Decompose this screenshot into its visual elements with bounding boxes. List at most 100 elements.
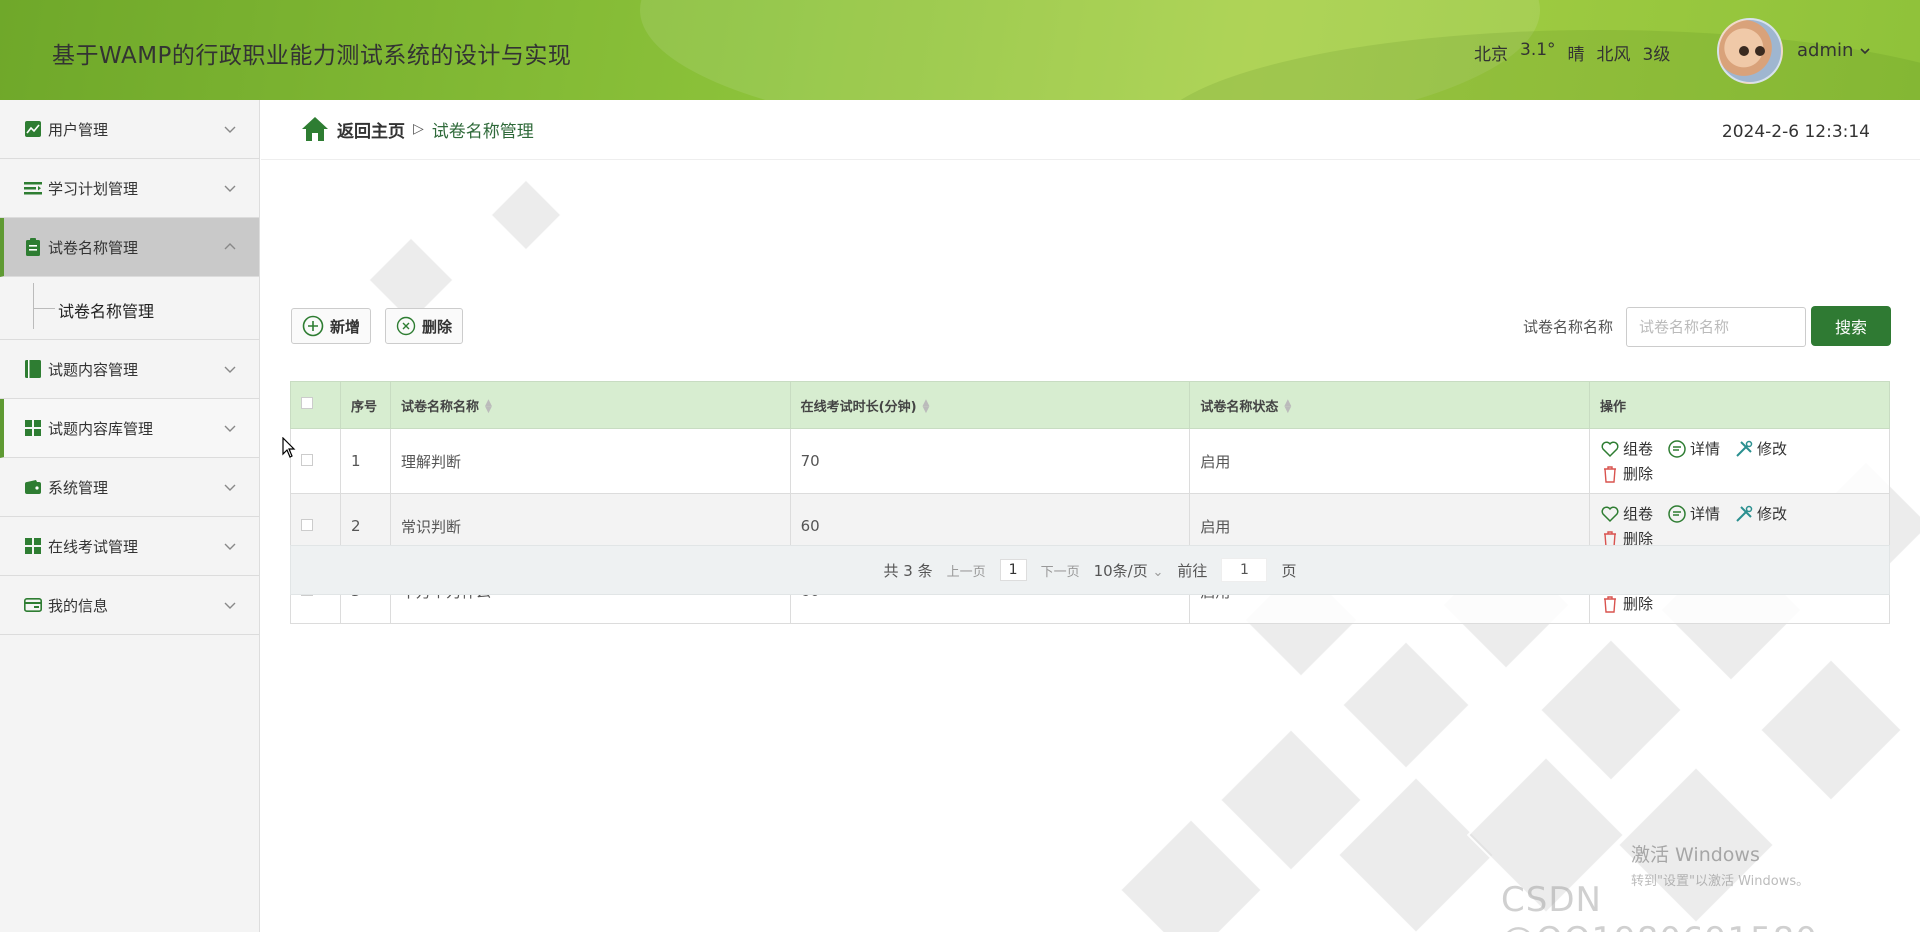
- sidebar-item-question-content[interactable]: 试题内容管理: [0, 340, 259, 399]
- wallet-icon: [24, 478, 42, 496]
- chevron-down-icon: [224, 425, 236, 432]
- detail-label: 详情: [1690, 505, 1721, 523]
- submenu-exam-paper-name[interactable]: 试卷名称管理: [0, 277, 259, 340]
- column-header-name[interactable]: 试卷名称名称 ▲ ▼: [389, 381, 791, 429]
- trash-icon: [1604, 595, 1616, 613]
- row-checkbox[interactable]: [301, 519, 313, 531]
- goto-label: 前往: [1177, 561, 1208, 580]
- row-select-cell: [290, 428, 341, 494]
- select-all-checkbox[interactable]: [301, 397, 313, 409]
- compose-label: 组卷: [1623, 440, 1654, 458]
- edit-button[interactable]: 修改: [1734, 503, 1787, 524]
- table-row: 1 理解判断 70 启用 组卷 详情 修改 删除: [290, 428, 1890, 494]
- add-button[interactable]: 新增: [291, 308, 372, 344]
- delete-button[interactable]: 删除: [385, 308, 464, 344]
- row-checkbox[interactable]: [301, 454, 313, 466]
- chevron-down-icon: [1860, 47, 1870, 54]
- heart-icon: [1601, 441, 1619, 457]
- breadcrumb-home-link[interactable]: 返回主页: [337, 117, 405, 142]
- sidebar-item-system-management[interactable]: 系统管理: [0, 458, 259, 517]
- grid-icon: [24, 537, 42, 555]
- breadcrumb-bar: 返回主页 ▷ 试卷名称管理 2024-2-6 12:3:14: [261, 100, 1920, 160]
- detail-icon: [1668, 504, 1686, 523]
- breadcrumb-separator: ▷: [413, 121, 424, 137]
- home-icon[interactable]: [301, 116, 329, 142]
- delete-button-label: 删除: [422, 317, 453, 336]
- column-header-status[interactable]: 试卷名称状态 ▲ ▼: [1189, 381, 1590, 429]
- next-page-button[interactable]: 下一页: [1041, 561, 1080, 580]
- row-delete-label: 删除: [1623, 465, 1654, 483]
- add-button-label: 新增: [330, 317, 361, 336]
- main-content: 返回主页 ▷ 试卷名称管理 2024-2-6 12:3:14 新增 删除 试卷名…: [261, 100, 1920, 932]
- search-label: 试卷名称名称: [1523, 318, 1614, 336]
- chevron-down-icon: [224, 126, 236, 133]
- sort-icon[interactable]: ▲ ▼: [923, 399, 930, 415]
- chevron-down-icon: [224, 602, 236, 609]
- chevron-down-icon: [224, 543, 236, 550]
- avatar-eye: [1739, 46, 1749, 56]
- sort-icon[interactable]: ▲ ▼: [485, 399, 492, 415]
- page-size-value: 10条/页: [1093, 561, 1148, 580]
- weather-condition: 晴: [1567, 45, 1585, 65]
- cell-status: 启用: [1189, 428, 1590, 494]
- sidebar-item-label: 学习计划管理: [48, 179, 139, 198]
- grid-icon: [24, 419, 42, 437]
- user-menu[interactable]: admin: [1797, 40, 1871, 61]
- trash-icon: [1604, 465, 1616, 483]
- compose-label: 组卷: [1623, 505, 1654, 523]
- sidebar-item-exam-paper-name[interactable]: 试卷名称管理: [0, 218, 259, 277]
- tree-line: [33, 283, 34, 329]
- sidebar-item-label: 系统管理: [48, 478, 109, 497]
- detail-button[interactable]: 详情: [1667, 438, 1720, 459]
- row-delete-button[interactable]: 删除: [1600, 463, 1653, 484]
- datetime: 2024-2-6 12:3:14: [1721, 122, 1870, 142]
- weather-wind: 北风: [1596, 45, 1631, 65]
- page-unit-label: 页: [1281, 561, 1297, 580]
- page-size-select[interactable]: 10条/页 ⌄: [1094, 560, 1164, 581]
- weather-city: 北京: [1474, 45, 1508, 65]
- sidebar-item-label: 用户管理: [48, 120, 109, 139]
- compose-button[interactable]: 组卷: [1600, 438, 1653, 459]
- list-icon: [24, 179, 42, 197]
- sidebar-item-online-exam[interactable]: 在线考试管理: [0, 517, 259, 576]
- search-input[interactable]: [1626, 307, 1806, 347]
- column-header-actions: 操作: [1589, 381, 1890, 429]
- sidebar-item-question-bank[interactable]: 试题内容库管理: [0, 399, 259, 458]
- sidebar-item-label: 试题内容管理: [48, 360, 139, 379]
- detail-button[interactable]: 详情: [1667, 503, 1720, 524]
- plus-circle-icon: [302, 315, 324, 337]
- weather-temp: 3.1°: [1520, 40, 1556, 60]
- goto-page-input[interactable]: 1: [1221, 558, 1268, 582]
- select-all-cell: [290, 381, 341, 429]
- sidebar-item-user-management[interactable]: 用户管理: [0, 100, 259, 159]
- current-page[interactable]: 1: [999, 559, 1027, 581]
- tools-icon: [1736, 440, 1753, 457]
- weather-widget: 北京 3.1° 晴 北风 3级: [1474, 40, 1670, 65]
- chevron-down-icon: [224, 185, 236, 192]
- prev-page-button[interactable]: 上一页: [947, 561, 986, 580]
- chart-icon: [24, 120, 42, 138]
- search-button[interactable]: 搜索: [1811, 306, 1891, 346]
- sidebar-item-my-info[interactable]: 我的信息: [0, 576, 259, 635]
- edit-button[interactable]: 修改: [1734, 438, 1787, 459]
- sidebar-item-label: 在线考试管理: [48, 537, 139, 556]
- breadcrumb: 返回主页 ▷ 试卷名称管理: [301, 116, 534, 142]
- weather-level: 3级: [1642, 45, 1671, 65]
- submenu-item-label: 试卷名称管理: [58, 302, 155, 321]
- compose-button[interactable]: 组卷: [1600, 503, 1653, 524]
- row-delete-button[interactable]: 删除: [1600, 593, 1653, 614]
- book-icon: [24, 360, 42, 378]
- table-header-row: 序号 试卷名称名称 ▲ ▼ 在线考试时长(分钟) ▲ ▼ 试卷名称状态 ▲ ▼ 操作: [290, 381, 1890, 429]
- pagination: 共 3 条 上一页 1 下一页 10条/页 ⌄ 前往 1 页: [290, 545, 1890, 595]
- top-header: 基于WAMP的行政职业能力测试系统的设计与实现 北京 3.1° 晴 北风 3级 …: [0, 0, 1920, 100]
- sidebar: 用户管理 学习计划管理 试卷名称管理 试卷名称管理 试题内容管理 试题内容库管理: [0, 100, 260, 932]
- sidebar-item-study-plan[interactable]: 学习计划管理: [0, 159, 259, 218]
- mouse-cursor-icon: [282, 437, 296, 458]
- avatar[interactable]: [1717, 18, 1783, 84]
- sort-icon[interactable]: ▲ ▼: [1284, 399, 1291, 415]
- csdn-watermark: CSDN @QQ1980691580: [1501, 880, 1817, 932]
- avatar-eye: [1755, 46, 1765, 56]
- app-title: 基于WAMP的行政职业能力测试系统的设计与实现: [52, 43, 572, 69]
- column-header-duration[interactable]: 在线考试时长(分钟) ▲ ▼: [789, 381, 1191, 429]
- heart-icon: [1601, 506, 1619, 522]
